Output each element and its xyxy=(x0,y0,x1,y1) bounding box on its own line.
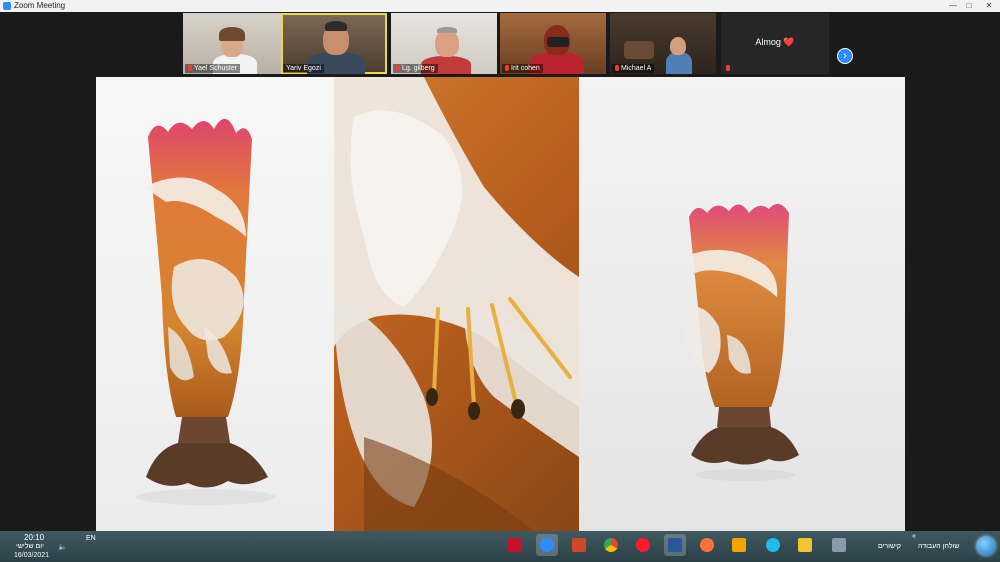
firefox-icon[interactable] xyxy=(696,534,718,556)
calculator-glyph xyxy=(832,538,846,552)
vase-photo-right xyxy=(579,77,905,531)
language-indicator[interactable]: EN xyxy=(86,535,96,542)
clock-date: 16/03/2021 xyxy=(14,552,50,559)
participant-name: Michael A xyxy=(612,64,655,73)
zoom-glyph xyxy=(540,538,554,552)
participant-video xyxy=(325,21,347,31)
windows-taskbar: 20:10 יום שלישי 16/03/2021 🔈 EN קישורים … xyxy=(0,531,1000,562)
powerpoint-icon[interactable] xyxy=(568,534,590,556)
desktop-toolbar[interactable]: שולחן העבודה xyxy=(918,543,960,550)
gallery-next-page-button[interactable]: › xyxy=(837,48,853,64)
internet-explorer-icon[interactable] xyxy=(762,534,784,556)
participant-tile-active-speaker[interactable]: Yariv Egozi xyxy=(281,13,387,74)
vase-illustration xyxy=(136,118,276,505)
minimize-button[interactable]: — xyxy=(946,1,960,11)
word-icon[interactable] xyxy=(664,534,686,556)
zoom-taskbar-icon[interactable] xyxy=(536,534,558,556)
participant-name: Yariv Egozi xyxy=(283,64,324,73)
participant-name: Lg. gilberg xyxy=(393,64,438,73)
window-title: Zoom Meeting xyxy=(14,1,66,10)
mic-muted-icon xyxy=(505,65,509,71)
vase-detail-photo xyxy=(334,77,579,531)
file-explorer-icon[interactable] xyxy=(794,534,816,556)
links-toolbar[interactable]: קישורים xyxy=(878,543,901,550)
mic-muted-icon xyxy=(726,65,730,71)
participant-tile[interactable]: Lg. gilberg xyxy=(391,13,497,74)
file-explorer-glyph xyxy=(798,538,812,552)
mic-muted-icon xyxy=(615,65,619,71)
mcafee-glyph xyxy=(508,538,522,552)
mic-muted-icon xyxy=(396,65,400,71)
chrome-icon[interactable] xyxy=(600,534,622,556)
participant-video xyxy=(670,37,686,55)
participant-name: Almog ❤️ xyxy=(755,37,795,47)
maximize-button[interactable]: □ xyxy=(962,1,976,11)
internet-explorer-glyph xyxy=(766,538,780,552)
media-player-icon[interactable] xyxy=(728,534,750,556)
participant-video xyxy=(437,27,457,33)
clock-day: יום שלישי xyxy=(16,543,44,550)
start-button[interactable] xyxy=(976,536,996,556)
powerpoint-glyph xyxy=(572,538,586,552)
participant-tile[interactable]: Yael Schuster xyxy=(183,13,289,74)
participant-name: Irit cohen xyxy=(502,64,543,73)
opera-icon[interactable] xyxy=(632,534,654,556)
word-glyph xyxy=(668,538,682,552)
mic-muted-icon xyxy=(188,65,192,71)
firefox-glyph xyxy=(700,538,714,552)
clock-time[interactable]: 20:10 xyxy=(24,533,44,542)
zoom-app-icon xyxy=(3,2,11,10)
opera-glyph xyxy=(636,538,650,552)
mcafee-icon[interactable] xyxy=(504,534,526,556)
volume-icon[interactable]: 🔈 xyxy=(58,543,67,551)
participant-gallery: Yael Schuster Yariv Egozi Lg. gilberg Ir… xyxy=(0,12,1000,75)
participant-tile[interactable]: Almog ❤️ xyxy=(721,13,829,74)
vase-photo-left xyxy=(96,77,334,531)
chrome-glyph xyxy=(604,538,618,552)
toolbar-chevron[interactable]: « xyxy=(912,533,916,540)
participant-video xyxy=(435,29,459,57)
close-button[interactable]: ✕ xyxy=(980,1,998,11)
participant-video xyxy=(219,27,245,41)
participant-video xyxy=(547,37,569,47)
calculator-icon[interactable] xyxy=(828,534,850,556)
participant-mic xyxy=(723,64,735,73)
vase-illustration xyxy=(683,203,799,481)
flower-detail-illustration xyxy=(334,77,579,531)
media-player-glyph xyxy=(732,538,746,552)
participant-video xyxy=(666,52,692,74)
participant-tile[interactable]: Michael A xyxy=(610,13,716,74)
shared-screen xyxy=(96,77,905,531)
participant-name: Yael Schuster xyxy=(185,64,241,73)
participant-video xyxy=(624,41,654,59)
participant-tile[interactable]: Irit cohen xyxy=(500,13,606,74)
